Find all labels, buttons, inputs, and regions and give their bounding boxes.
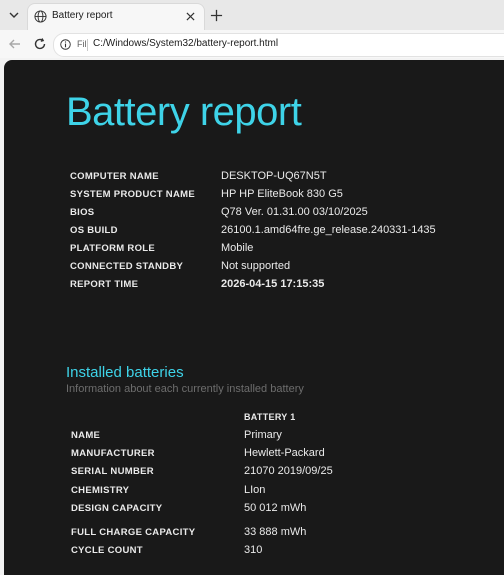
info-value: Q78 Ver. 01.31.00 03/10/2025 xyxy=(221,206,368,218)
battery-value: Primary xyxy=(244,429,282,441)
address-scheme-label: Fil xyxy=(77,39,87,49)
info-label: PLATFORM ROLE xyxy=(70,243,155,254)
info-value: 26100.1.amd64fre.ge_release.240331-1435 xyxy=(221,224,436,236)
address-url[interactable]: C:/Windows/System32/battery-report.html xyxy=(93,38,278,49)
info-label: OS BUILD xyxy=(70,225,118,236)
battery-value: 50 012 mWh xyxy=(244,502,307,514)
info-icon[interactable] xyxy=(60,39,71,50)
info-label: CONNECTED STANDBY xyxy=(70,261,184,272)
tab-close-button[interactable] xyxy=(183,9,197,23)
battery-label: NAME xyxy=(71,430,101,441)
battery-label: SERIAL NUMBER xyxy=(71,466,154,477)
info-value: HP HP EliteBook 830 G5 xyxy=(221,188,343,200)
address-bar[interactable]: Fil C:/Windows/System32/battery-report.h… xyxy=(53,33,504,57)
battery-label: DESIGN CAPACITY xyxy=(71,503,163,514)
battery-value: 33 888 mWh xyxy=(244,526,307,538)
battery-value: LIon xyxy=(244,484,266,496)
new-tab-button[interactable] xyxy=(208,7,224,23)
reload-icon[interactable] xyxy=(33,37,47,51)
info-label: BIOS xyxy=(70,207,95,218)
battery-value: 21070 2019/09/25 xyxy=(244,465,333,477)
info-label: COMPUTER NAME xyxy=(70,171,159,182)
info-value: Mobile xyxy=(221,242,254,254)
battery-label: FULL CHARGE CAPACITY xyxy=(71,527,196,538)
tab-actions-menu-button[interactable] xyxy=(4,5,24,25)
tab-battery-report[interactable]: Battery report xyxy=(28,4,204,30)
battery-label: MANUFACTURER xyxy=(71,448,155,459)
battery-value: 310 xyxy=(244,544,263,556)
battery-label: CYCLE COUNT xyxy=(71,545,143,556)
battery-value: Hewlett-Packard xyxy=(244,447,325,459)
info-value: Not supported xyxy=(221,260,291,272)
section-title: Installed batteries xyxy=(66,364,184,381)
close-icon xyxy=(185,11,195,21)
navigation-bar: Fil C:/Windows/System32/battery-report.h… xyxy=(0,30,504,58)
info-value: DESKTOP-UQ67N5T xyxy=(221,170,327,182)
section-subtitle: Information about each currently install… xyxy=(66,383,304,395)
chevron-down-icon xyxy=(9,12,19,18)
report-page: Battery report COMPUTER NAME DESKTOP-UQ6… xyxy=(4,60,504,575)
info-label: SYSTEM PRODUCT NAME xyxy=(70,189,195,200)
info-label: REPORT TIME xyxy=(70,279,139,290)
plus-icon xyxy=(210,9,222,21)
back-arrow-icon[interactable] xyxy=(8,37,22,51)
tab-strip: Battery report xyxy=(0,0,504,30)
address-separator xyxy=(87,39,88,51)
battery-column-header: BATTERY 1 xyxy=(244,412,296,422)
page-title: Battery report xyxy=(66,90,302,134)
globe-icon xyxy=(34,10,47,23)
battery-label: CHEMISTRY xyxy=(71,485,130,496)
tab-title: Battery report xyxy=(52,10,113,21)
info-value: 2026-04-15 17:15:35 xyxy=(221,278,325,290)
